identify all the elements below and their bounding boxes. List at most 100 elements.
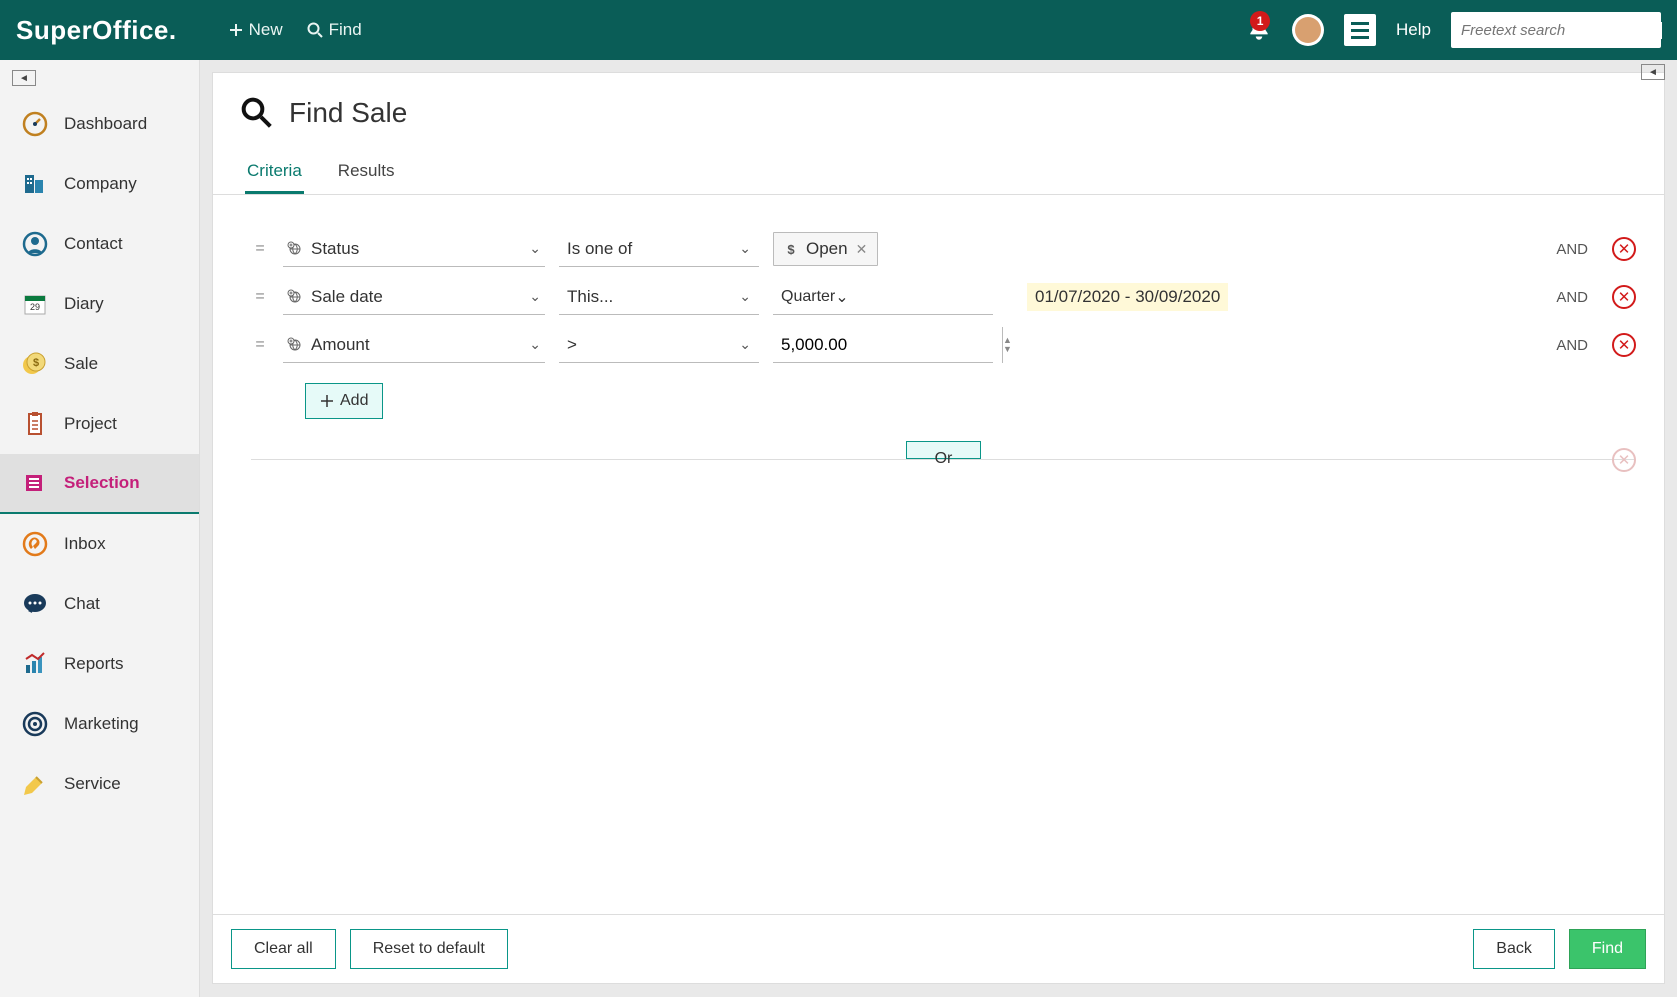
tab-criteria[interactable]: Criteria [245, 151, 304, 194]
sale-icon: $ [22, 351, 48, 377]
sidebar-item-label: Contact [64, 234, 123, 254]
svg-text:$: $ [787, 242, 795, 256]
menu-button[interactable] [1344, 14, 1376, 46]
find-button[interactable]: Find [295, 14, 374, 46]
diary-icon: 29 [22, 291, 48, 317]
search-input[interactable] [1461, 22, 1662, 39]
equals-icon: = [251, 240, 269, 258]
add-criteria-button[interactable]: Add [305, 383, 383, 419]
field-select[interactable]: Sale date ⌄ [283, 279, 545, 315]
sidebar-item-project[interactable]: Project [0, 394, 199, 454]
delete-or-button[interactable]: ✕ [1612, 448, 1636, 472]
sidebar-item-chat[interactable]: Chat [0, 574, 199, 634]
sidebar-item-label: Service [64, 774, 121, 794]
sidebar-item-selection[interactable]: Selection [0, 454, 199, 514]
period-select[interactable]: Quarter ⌄ [773, 279, 993, 315]
new-button[interactable]: New [217, 14, 295, 46]
search-icon [241, 97, 273, 129]
plus-icon [229, 23, 243, 37]
sidebar-item-dashboard[interactable]: Dashboard [0, 94, 199, 154]
field-select[interactable]: Amount ⌄ [283, 327, 545, 363]
add-label: Add [340, 392, 368, 410]
avatar-button[interactable] [1292, 14, 1324, 46]
delete-row-button[interactable]: ✕ [1612, 285, 1636, 309]
spinner-down-icon[interactable]: ▼ [1003, 345, 1012, 354]
or-button[interactable]: Or [906, 441, 982, 459]
chevron-down-icon: ⌄ [529, 288, 541, 305]
chevron-down-icon: ⌄ [835, 287, 848, 307]
chevron-down-icon: ⌄ [739, 336, 751, 353]
notification-badge: 1 [1250, 11, 1270, 31]
new-label: New [249, 20, 283, 40]
back-button[interactable]: Back [1473, 929, 1555, 969]
delete-row-button[interactable]: ✕ [1612, 237, 1636, 261]
page-title: Find Sale [289, 97, 407, 129]
sidebar-item-label: Dashboard [64, 114, 147, 134]
notifications-button[interactable]: 1 [1246, 17, 1272, 43]
value-area: $ Open ✕ [773, 232, 1542, 266]
operator-select[interactable]: Is one of ⌄ [559, 231, 759, 267]
content: ◄ Find Sale Criteria Results = Status ⌄ [200, 60, 1677, 997]
tabs: Criteria Results [213, 151, 1664, 195]
operator-label: This... [567, 287, 739, 307]
page-header: Find Sale [213, 73, 1664, 141]
operator-select[interactable]: This... ⌄ [559, 279, 759, 315]
collapse-sidebar-button[interactable]: ◄ [12, 70, 36, 86]
top-right: 1 Help [1246, 12, 1661, 48]
sidebar-item-label: Marketing [64, 714, 139, 734]
and-label: AND [1556, 337, 1588, 354]
search-icon [307, 22, 323, 38]
sidebar-item-sale[interactable]: $ Sale [0, 334, 199, 394]
clear-all-button[interactable]: Clear all [231, 929, 336, 969]
and-label: AND [1556, 289, 1588, 306]
tab-results[interactable]: Results [336, 151, 397, 194]
amount-field[interactable] [781, 335, 1002, 355]
panel: Find Sale Criteria Results = Status ⌄ Is… [212, 72, 1665, 984]
field-label: Amount [311, 335, 529, 355]
freetext-search[interactable] [1451, 12, 1661, 48]
criteria-row: = Status ⌄ Is one of ⌄ $ Open [251, 225, 1636, 273]
sidebar-item-label: Project [64, 414, 117, 434]
sidebar-item-reports[interactable]: Reports [0, 634, 199, 694]
sidebar-item-service[interactable]: Service [0, 754, 199, 814]
sidebar-item-marketing[interactable]: Marketing [0, 694, 199, 754]
period-label: Quarter [781, 288, 835, 306]
chat-icon [22, 591, 48, 617]
operator-label: > [567, 335, 739, 355]
field-label: Sale date [311, 287, 529, 307]
help-button[interactable]: Help [1396, 20, 1431, 40]
chevron-down-icon: ⌄ [529, 336, 541, 353]
topbar: SuperOffice. New Find 1 Help [0, 0, 1677, 60]
operator-select[interactable]: > ⌄ [559, 327, 759, 363]
delete-row-button[interactable]: ✕ [1612, 333, 1636, 357]
sidebar-item-inbox[interactable]: Inbox [0, 514, 199, 574]
date-range: 01/07/2020 - 30/09/2020 [1027, 283, 1228, 311]
chip-remove[interactable]: ✕ [856, 241, 868, 258]
criteria-row: = Amount ⌄ > ⌄ ▲▼ AND ✕ [251, 321, 1636, 369]
sidebar-item-diary[interactable]: 29 Diary [0, 274, 199, 334]
reset-button[interactable]: Reset to default [350, 929, 508, 969]
svg-text:$: $ [33, 357, 39, 369]
criteria-area: = Status ⌄ Is one of ⌄ $ Open [213, 195, 1664, 914]
sidebar-item-contact[interactable]: Contact [0, 214, 199, 274]
or-divider: Or ✕ [251, 459, 1636, 460]
avatar-image [1295, 17, 1321, 43]
field-select[interactable]: Status ⌄ [283, 231, 545, 267]
footer: Clear all Reset to default Back Find [213, 914, 1664, 983]
chevron-down-icon: ⌄ [739, 240, 751, 257]
amount-input[interactable]: ▲▼ [773, 327, 993, 363]
sidebar-item-label: Reports [64, 654, 124, 674]
company-icon [22, 171, 48, 197]
chevron-down-icon: ⌄ [529, 240, 541, 257]
plus-icon [320, 394, 334, 408]
spinner[interactable]: ▲▼ [1002, 327, 1012, 363]
chevron-down-icon: ⌄ [739, 288, 751, 305]
sidebar-item-label: Inbox [64, 534, 106, 554]
sidebar-item-label: Company [64, 174, 137, 194]
sidebar-item-label: Selection [64, 473, 140, 493]
globe-icon [287, 337, 303, 353]
find-submit-button[interactable]: Find [1569, 929, 1646, 969]
sidebar-item-company[interactable]: Company [0, 154, 199, 214]
value-chip[interactable]: $ Open ✕ [773, 232, 878, 266]
collapse-panel-button[interactable]: ◄ [1641, 64, 1665, 80]
